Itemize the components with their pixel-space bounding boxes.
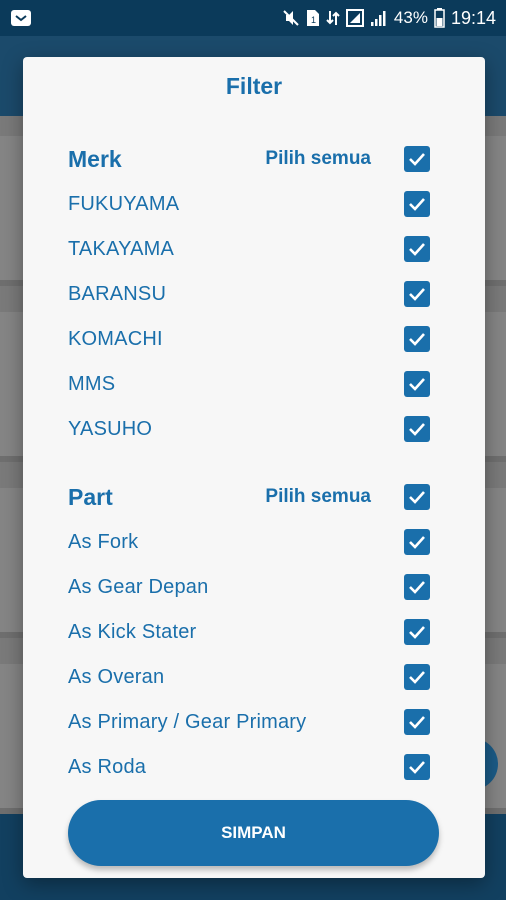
clock: 19:14 — [450, 7, 496, 28]
filter-row-mms[interactable]: MMS — [68, 369, 430, 399]
filter-row-as-gear-depan[interactable]: As Gear Depan — [68, 572, 430, 602]
row-checkbox[interactable] — [404, 326, 430, 352]
filter-row-yasuho[interactable]: YASUHO — [68, 414, 430, 444]
row-checkbox[interactable] — [404, 281, 430, 307]
row-checkbox[interactable] — [404, 574, 430, 600]
row-label: As Overan — [68, 665, 165, 688]
row-checkbox[interactable] — [404, 191, 430, 217]
select-all-label: Pilih semua — [265, 148, 371, 169]
select-all-part[interactable]: Pilih semua — [265, 484, 430, 510]
filter-row-as-primary[interactable]: As Primary / Gear Primary — [68, 707, 430, 737]
check-icon — [409, 671, 425, 684]
select-all-label: Pilih semua — [265, 486, 371, 507]
filter-row-fukuyama[interactable]: FUKUYAMA — [68, 189, 430, 219]
mute-icon — [282, 9, 300, 27]
check-icon — [409, 378, 425, 391]
row-label: As Primary / Gear Primary — [68, 710, 307, 733]
battery-percent: 43% — [393, 8, 428, 27]
app-notification-icon — [10, 9, 32, 27]
filter-dialog: Filter Merk Pilih semua FUKUYAMA TAKAYAM… — [23, 57, 485, 878]
check-icon — [409, 716, 425, 729]
row-label: As Fork — [68, 530, 139, 553]
filter-row-takayama[interactable]: TAKAYAMA — [68, 234, 430, 264]
row-checkbox[interactable] — [404, 529, 430, 555]
row-checkbox[interactable] — [404, 619, 430, 645]
filter-row-as-fork[interactable]: As Fork — [68, 527, 430, 557]
row-label: MMS — [68, 372, 116, 395]
status-bar: 1 43% 19:14 — [0, 0, 506, 36]
check-icon — [409, 333, 425, 346]
row-checkbox[interactable] — [404, 664, 430, 690]
row-label: As Roda — [68, 755, 147, 778]
section-header-merk: Merk Pilih semua — [68, 144, 430, 174]
select-all-checkbox[interactable] — [404, 146, 430, 172]
row-label: FUKUYAMA — [68, 192, 180, 215]
filter-row-as-kick-stater[interactable]: As Kick Stater — [68, 617, 430, 647]
check-icon — [409, 243, 425, 256]
check-icon — [409, 288, 425, 301]
data-transfer-icon — [326, 9, 340, 27]
select-all-merk[interactable]: Pilih semua — [265, 146, 430, 172]
row-label: As Gear Depan — [68, 575, 209, 598]
check-icon — [409, 761, 425, 774]
row-label: TAKAYAMA — [68, 237, 175, 260]
battery-icon — [434, 8, 445, 28]
signal-icon — [370, 9, 388, 27]
check-icon — [409, 491, 425, 504]
row-label: KOMACHI — [68, 327, 163, 350]
row-label: As Kick Stater — [68, 620, 197, 643]
check-icon — [409, 581, 425, 594]
row-checkbox[interactable] — [404, 236, 430, 262]
section-header-part: Part Pilih semua — [68, 482, 430, 512]
filter-row-baransu[interactable]: BARANSU — [68, 279, 430, 309]
svg-text:1: 1 — [311, 15, 316, 25]
filter-row-as-roda[interactable]: As Roda — [68, 752, 430, 782]
row-label: YASUHO — [68, 417, 153, 440]
row-label: BARANSU — [68, 282, 167, 305]
filter-row-komachi[interactable]: KOMACHI — [68, 324, 430, 354]
section-title: Part — [68, 483, 113, 510]
check-icon — [409, 423, 425, 436]
row-checkbox[interactable] — [404, 754, 430, 780]
row-checkbox[interactable] — [404, 371, 430, 397]
check-icon — [409, 536, 425, 549]
row-checkbox[interactable] — [404, 416, 430, 442]
check-icon — [409, 153, 425, 166]
sim-icon: 1 — [306, 9, 320, 27]
check-icon — [409, 198, 425, 211]
screenshot-icon — [345, 9, 364, 27]
section-title: Merk — [68, 145, 122, 172]
filter-row-as-overan[interactable]: As Overan — [68, 662, 430, 692]
save-button[interactable]: SIMPAN — [68, 800, 439, 866]
check-icon — [409, 626, 425, 639]
row-checkbox[interactable] — [404, 709, 430, 735]
select-all-checkbox[interactable] — [404, 484, 430, 510]
dialog-title: Filter — [225, 73, 283, 99]
